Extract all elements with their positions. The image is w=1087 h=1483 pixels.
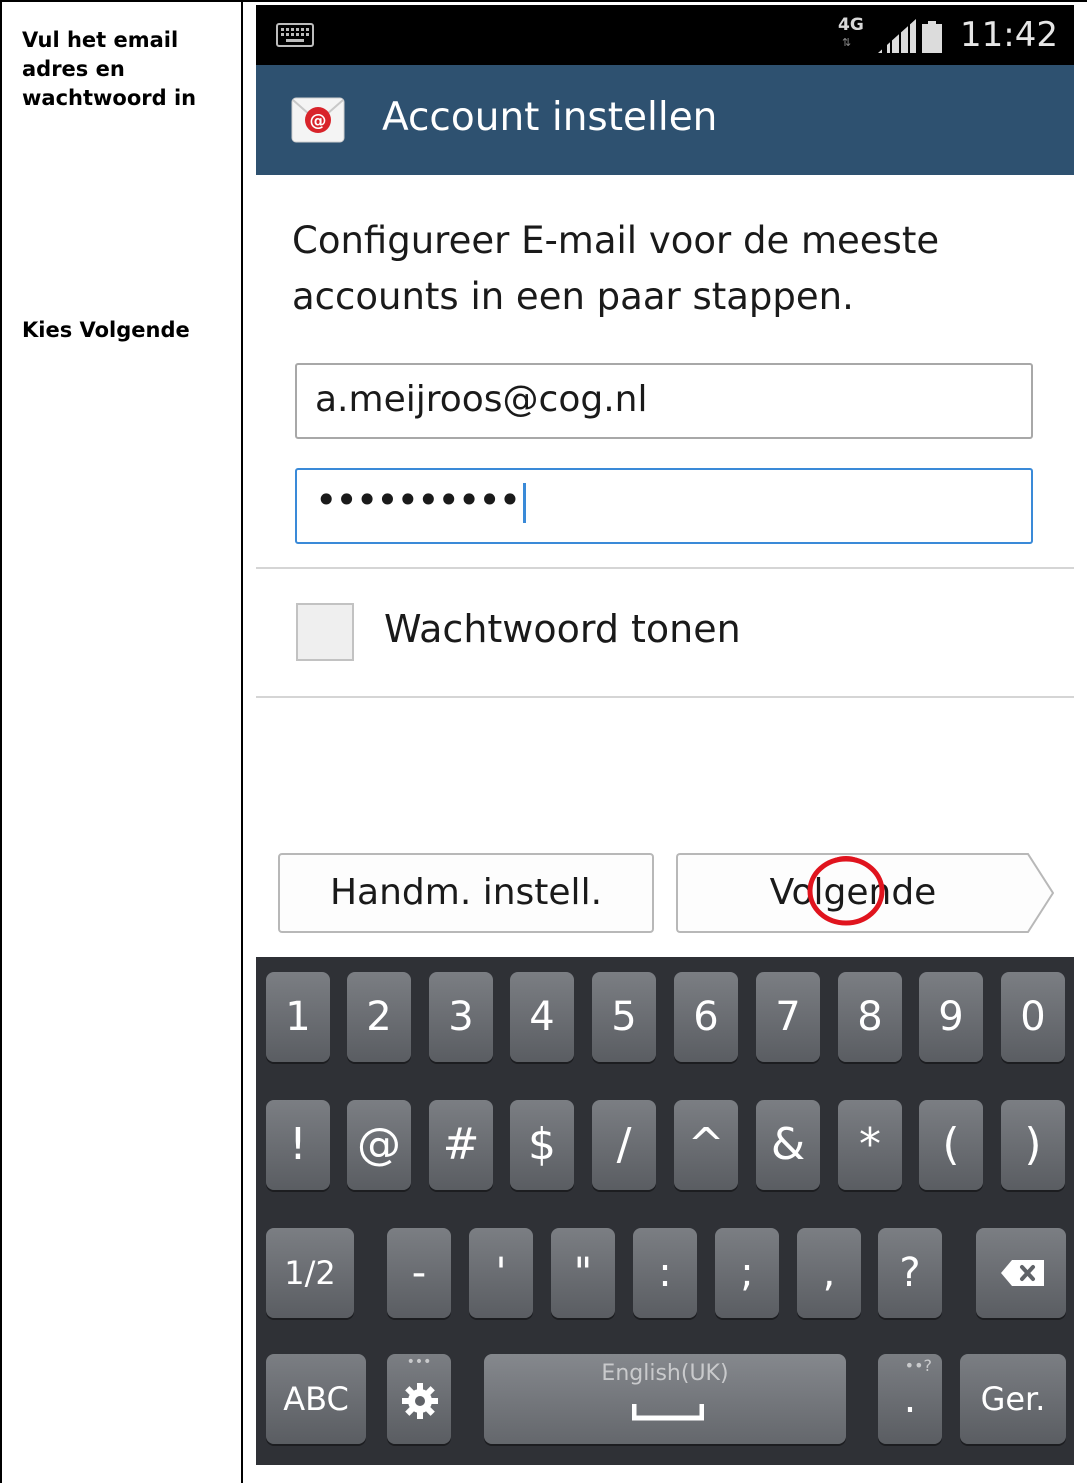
- key-exclamation[interactable]: !: [266, 1100, 330, 1190]
- table-border-top: [0, 0, 1087, 2]
- divider: [256, 567, 1074, 569]
- keyboard-language-label: English(UK): [601, 1361, 729, 1386]
- instruction-enter-credentials: Vul het email adres en wachtwoord in: [22, 28, 197, 110]
- key-asterisk[interactable]: *: [838, 1100, 902, 1190]
- key-close-paren[interactable]: ): [1001, 1100, 1065, 1190]
- key-2[interactable]: 2: [347, 972, 411, 1062]
- password-value: ••••••••••: [315, 478, 527, 523]
- signal-icon: [878, 19, 916, 53]
- intro-text: Configureer E-mail voor de meeste accoun…: [292, 219, 940, 318]
- key-open-paren[interactable]: (: [919, 1100, 983, 1190]
- key-page-toggle[interactable]: 1/2: [266, 1228, 354, 1318]
- network-type: 4G: [838, 15, 864, 35]
- key-7[interactable]: 7: [756, 972, 820, 1062]
- key-9[interactable]: 9: [919, 972, 983, 1062]
- next-button-arrow[interactable]: [1024, 853, 1054, 933]
- key-period[interactable]: ••? .: [878, 1354, 942, 1444]
- key-caret[interactable]: ^: [674, 1100, 738, 1190]
- password-field[interactable]: ••••••••••: [295, 468, 1033, 544]
- settings-key[interactable]: •••: [387, 1354, 451, 1444]
- backspace-key[interactable]: [976, 1228, 1066, 1318]
- instruction-choose-next: Kies Volgende: [22, 318, 190, 342]
- show-password-checkbox[interactable]: [296, 603, 354, 661]
- key-8[interactable]: 8: [838, 972, 902, 1062]
- key-0[interactable]: 0: [1001, 972, 1065, 1062]
- keyboard-icon: [276, 23, 314, 47]
- key-quote[interactable]: ": [551, 1228, 615, 1318]
- divider: [256, 696, 1074, 698]
- backspace-icon: [1001, 1260, 1044, 1286]
- screen-title: Account instellen: [382, 95, 718, 140]
- key-at[interactable]: @: [347, 1100, 411, 1190]
- done-key[interactable]: Ger.: [960, 1354, 1066, 1444]
- key-hash[interactable]: #: [429, 1100, 493, 1190]
- manual-setup-button[interactable]: Handm. instell.: [278, 853, 654, 933]
- show-password-label[interactable]: Wachtwoord tonen: [384, 607, 741, 651]
- gear-icon: [402, 1383, 438, 1419]
- key-abc[interactable]: ABC: [266, 1354, 366, 1444]
- svg-text:@: @: [310, 111, 327, 131]
- table-column-divider: [241, 0, 243, 1483]
- text-cursor: [523, 482, 527, 523]
- email-app-icon[interactable]: @: [290, 90, 346, 148]
- battery-icon: [922, 21, 942, 53]
- key-dash[interactable]: -: [387, 1228, 451, 1318]
- key-3[interactable]: 3: [429, 972, 493, 1062]
- key-slash[interactable]: /: [592, 1100, 656, 1190]
- key-ampersand[interactable]: &: [756, 1100, 820, 1190]
- email-field[interactable]: a.meijroos@cog.nl: [295, 363, 1033, 439]
- space-key[interactable]: English(UK): [484, 1354, 846, 1444]
- key-6[interactable]: 6: [674, 972, 738, 1062]
- annotation-circle: [807, 856, 885, 926]
- email-value: a.meijroos@cog.nl: [315, 379, 648, 420]
- data-arrows-icon: ⇅: [842, 36, 853, 49]
- period-label: .: [903, 1376, 917, 1422]
- settings-key-hint: •••: [406, 1354, 432, 1370]
- action-bar: @ Account instellen: [256, 65, 1074, 175]
- key-comma[interactable]: ,: [797, 1228, 861, 1318]
- phone-screenshot: 4G ⇅ 11:42 @ Account instellen Configure…: [256, 5, 1074, 1465]
- key-apostrophe[interactable]: ': [469, 1228, 533, 1318]
- key-dollar[interactable]: $: [510, 1100, 574, 1190]
- on-screen-keyboard: 1 2 3 4 5 6 7 8 9 0 ! @ # $ / ^ & * ( ) …: [256, 957, 1074, 1465]
- key-colon[interactable]: :: [633, 1228, 697, 1318]
- status-time: 11:42: [960, 15, 1058, 55]
- key-5[interactable]: 5: [592, 972, 656, 1062]
- period-key-hint: ••?: [904, 1356, 932, 1375]
- key-semicolon[interactable]: ;: [715, 1228, 779, 1318]
- table-border-left: [0, 0, 2, 1483]
- status-bar: 4G ⇅ 11:42: [256, 5, 1074, 65]
- key-question[interactable]: ?: [878, 1228, 942, 1318]
- space-icon: [632, 1404, 704, 1421]
- key-4[interactable]: 4: [510, 972, 574, 1062]
- key-1[interactable]: 1: [266, 972, 330, 1062]
